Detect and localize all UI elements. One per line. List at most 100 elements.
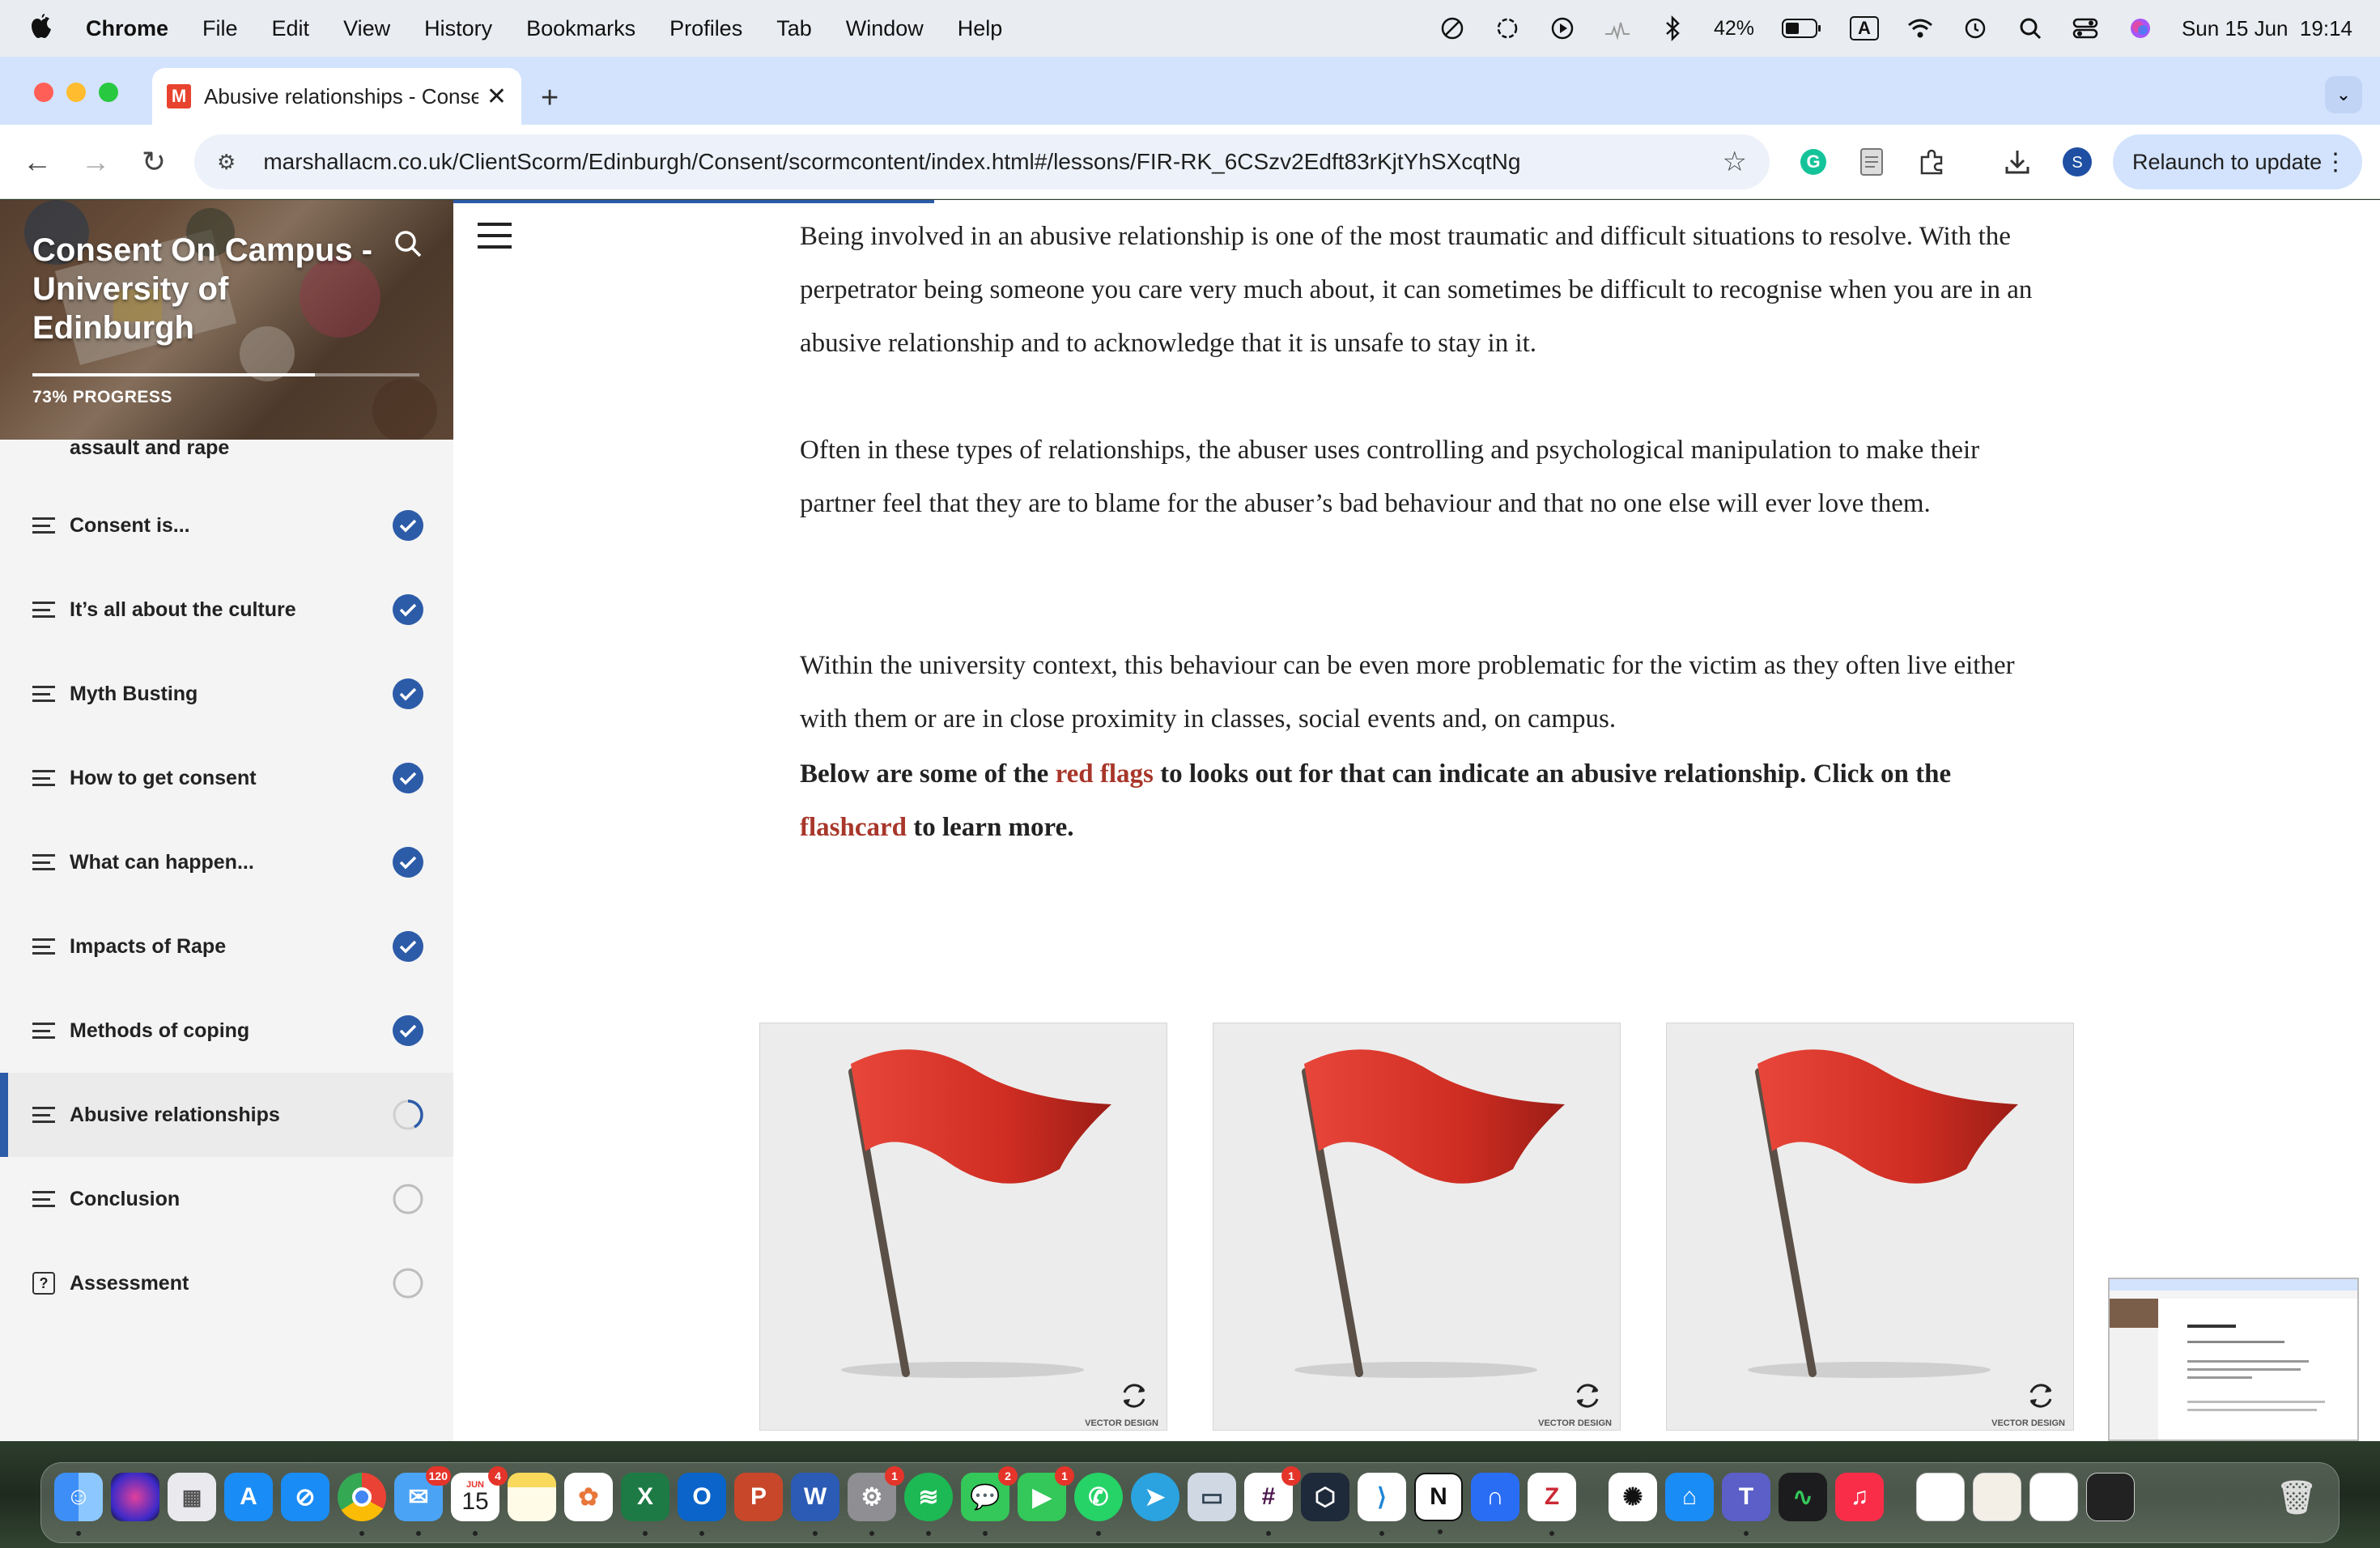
spotlight-search-icon[interactable] [2017, 15, 2044, 42]
calendar-icon[interactable]: JUN 15 4 [451, 1466, 508, 1536]
grammarly-extension-icon[interactable]: G [1796, 144, 1831, 180]
sidebar-item-myth-busting[interactable]: Myth Busting [0, 652, 453, 736]
chrome-menu-icon[interactable]: ⋮ [2323, 148, 2348, 176]
telegram-icon[interactable]: ➤ [1131, 1473, 1179, 1521]
minimize-window-button[interactable] [66, 83, 86, 102]
siri-app-icon[interactable] [111, 1473, 159, 1521]
chatgpt-app-icon[interactable]: ✺ [1609, 1473, 1657, 1521]
reload-button[interactable]: ↻ [125, 133, 183, 191]
music-icon[interactable]: ♫ [1835, 1473, 1884, 1521]
notes-icon[interactable] [508, 1473, 556, 1521]
menu-tab[interactable]: Tab [776, 16, 812, 41]
sidebar-item-what-can-happen[interactable]: What can happen... [0, 820, 453, 904]
extensions-puzzle-icon[interactable] [1914, 144, 1949, 180]
system-settings-icon[interactable]: ⚙ 1 [848, 1466, 904, 1536]
battery-icon[interactable] [1782, 15, 1822, 42]
tab-search-button[interactable]: ⌄ [2325, 76, 2362, 113]
profile-avatar[interactable]: S [2059, 144, 2095, 180]
finder-icon[interactable]: ☺ [54, 1473, 103, 1536]
active-tab[interactable]: M Abusive relationships - Conse ✕ [152, 68, 521, 125]
sidebar-item-abusive-relationships[interactable]: Abusive relationships [0, 1073, 453, 1157]
excel-icon[interactable]: X [621, 1473, 669, 1536]
sidebar-item-conclusion[interactable]: Conclusion [0, 1157, 453, 1241]
menu-bookmarks[interactable]: Bookmarks [526, 16, 635, 41]
forward-button[interactable]: → [66, 133, 125, 191]
notion-icon[interactable]: N [1414, 1473, 1463, 1534]
menu-app-name[interactable]: Chrome [86, 16, 168, 41]
sidebar-item-consent-is[interactable]: Consent is... [0, 483, 453, 568]
flashcard-1[interactable]: VECTOR DESIGN [759, 1023, 1167, 1431]
search-icon[interactable] [392, 228, 424, 260]
hamburger-menu-icon[interactable] [478, 223, 512, 249]
control-center-icon[interactable] [2072, 15, 2099, 42]
input-source-icon[interactable]: A [1850, 16, 1879, 40]
minimized-window-2[interactable] [1973, 1473, 2021, 1521]
zoom-window-button[interactable] [99, 83, 118, 102]
arc-icon[interactable]: ∩ [1471, 1473, 1519, 1521]
flip-card-icon[interactable] [2025, 1380, 2057, 1412]
activity-monitor-icon[interactable]: ∿ [1779, 1473, 1827, 1521]
bookmark-star-icon[interactable]: ☆ [1723, 146, 1747, 178]
site-info-icon[interactable]: ⚙ [217, 150, 236, 175]
cursor-app-icon[interactable]: ⬡ [1301, 1473, 1349, 1521]
spotify-icon[interactable]: ≋ [904, 1473, 953, 1536]
vscode-icon[interactable]: ⟩ [1358, 1473, 1406, 1536]
flip-card-icon[interactable] [1118, 1380, 1150, 1412]
slack-icon[interactable]: #1 [1244, 1466, 1301, 1536]
screenshot-thumbnail[interactable] [2108, 1278, 2359, 1441]
menu-help[interactable]: Help [958, 16, 1003, 41]
flashcard-3[interactable]: VECTOR DESIGN [1666, 1023, 2074, 1431]
minimized-window-1[interactable] [1916, 1473, 1965, 1521]
address-bar[interactable]: ⚙ marshallacm.co.uk/ClientScorm/Edinburg… [194, 134, 1770, 189]
launchpad-icon[interactable]: ▦ [168, 1473, 216, 1521]
apple-menu-icon[interactable] [28, 14, 53, 43]
sidebar-item-culture[interactable]: It’s all about the culture [0, 568, 453, 652]
facetime-icon[interactable]: ▶ 1 [1018, 1466, 1074, 1521]
trash-icon[interactable]: 🗑 [2272, 1473, 2321, 1521]
sidebar-item-partial[interactable]: assault and rape [70, 436, 229, 460]
menu-edit[interactable]: Edit [272, 16, 310, 41]
activity-icon[interactable] [1604, 15, 1631, 42]
reader-mode-icon[interactable] [1854, 144, 1889, 180]
menu-file[interactable]: File [202, 16, 238, 41]
powerpoint-icon[interactable]: P [734, 1473, 783, 1521]
mail-icon[interactable]: ✉ 120 [394, 1466, 451, 1536]
siri-icon[interactable] [2127, 15, 2154, 42]
close-window-button[interactable] [34, 83, 53, 102]
outlook-icon[interactable]: O [678, 1473, 726, 1536]
back-button[interactable]: ← [8, 133, 66, 191]
relaunch-to-update-button[interactable]: Relaunch to update ⋮ [2113, 134, 2362, 189]
messages-icon[interactable]: 💬 2 [961, 1466, 1018, 1536]
menu-window[interactable]: Window [846, 16, 924, 41]
photos-icon[interactable]: ✿ [564, 1473, 613, 1521]
chrome-app-icon[interactable] [338, 1473, 386, 1536]
minimized-window-4[interactable] [2086, 1473, 2135, 1521]
menu-history[interactable]: History [424, 16, 492, 41]
teams-icon[interactable]: T [1722, 1473, 1770, 1536]
whatsapp-icon[interactable]: ✆ [1074, 1473, 1123, 1536]
word-icon[interactable]: W [791, 1473, 839, 1536]
clock[interactable]: Sun 15 Jun 19:14 [2182, 16, 2352, 41]
menu-profiles[interactable]: Profiles [669, 16, 742, 41]
bluetooth-icon[interactable] [1659, 15, 1686, 42]
flip-card-icon[interactable] [1571, 1380, 1604, 1412]
sidebar-item-impacts-of-rape[interactable]: Impacts of Rape [0, 904, 453, 989]
wifi-icon[interactable] [1906, 15, 1934, 42]
close-tab-icon[interactable]: ✕ [487, 83, 507, 111]
sidebar-item-assessment[interactable]: ? Assessment [0, 1241, 453, 1325]
minimized-window-3[interactable] [2029, 1473, 2078, 1521]
chatgpt-icon[interactable] [1494, 15, 1521, 42]
play-icon[interactable] [1549, 15, 1576, 42]
download-icon[interactable] [2000, 144, 2035, 180]
time-machine-icon[interactable] [1961, 15, 1989, 42]
new-tab-button[interactable]: + [541, 81, 559, 116]
menu-view[interactable]: View [343, 16, 390, 41]
keynote-icon[interactable]: ⌂ [1665, 1473, 1714, 1521]
sidebar-item-methods-of-coping[interactable]: Methods of coping [0, 989, 453, 1073]
preview-icon[interactable]: ▭ [1188, 1473, 1236, 1521]
app-store-icon[interactable]: A [224, 1473, 273, 1521]
focus-icon[interactable] [1439, 15, 1466, 42]
safari-icon[interactable]: ⊘ [281, 1473, 329, 1521]
zotero-icon[interactable]: Z [1528, 1473, 1576, 1536]
url-text[interactable]: marshallacm.co.uk/ClientScorm/Edinburgh/… [263, 149, 1722, 175]
